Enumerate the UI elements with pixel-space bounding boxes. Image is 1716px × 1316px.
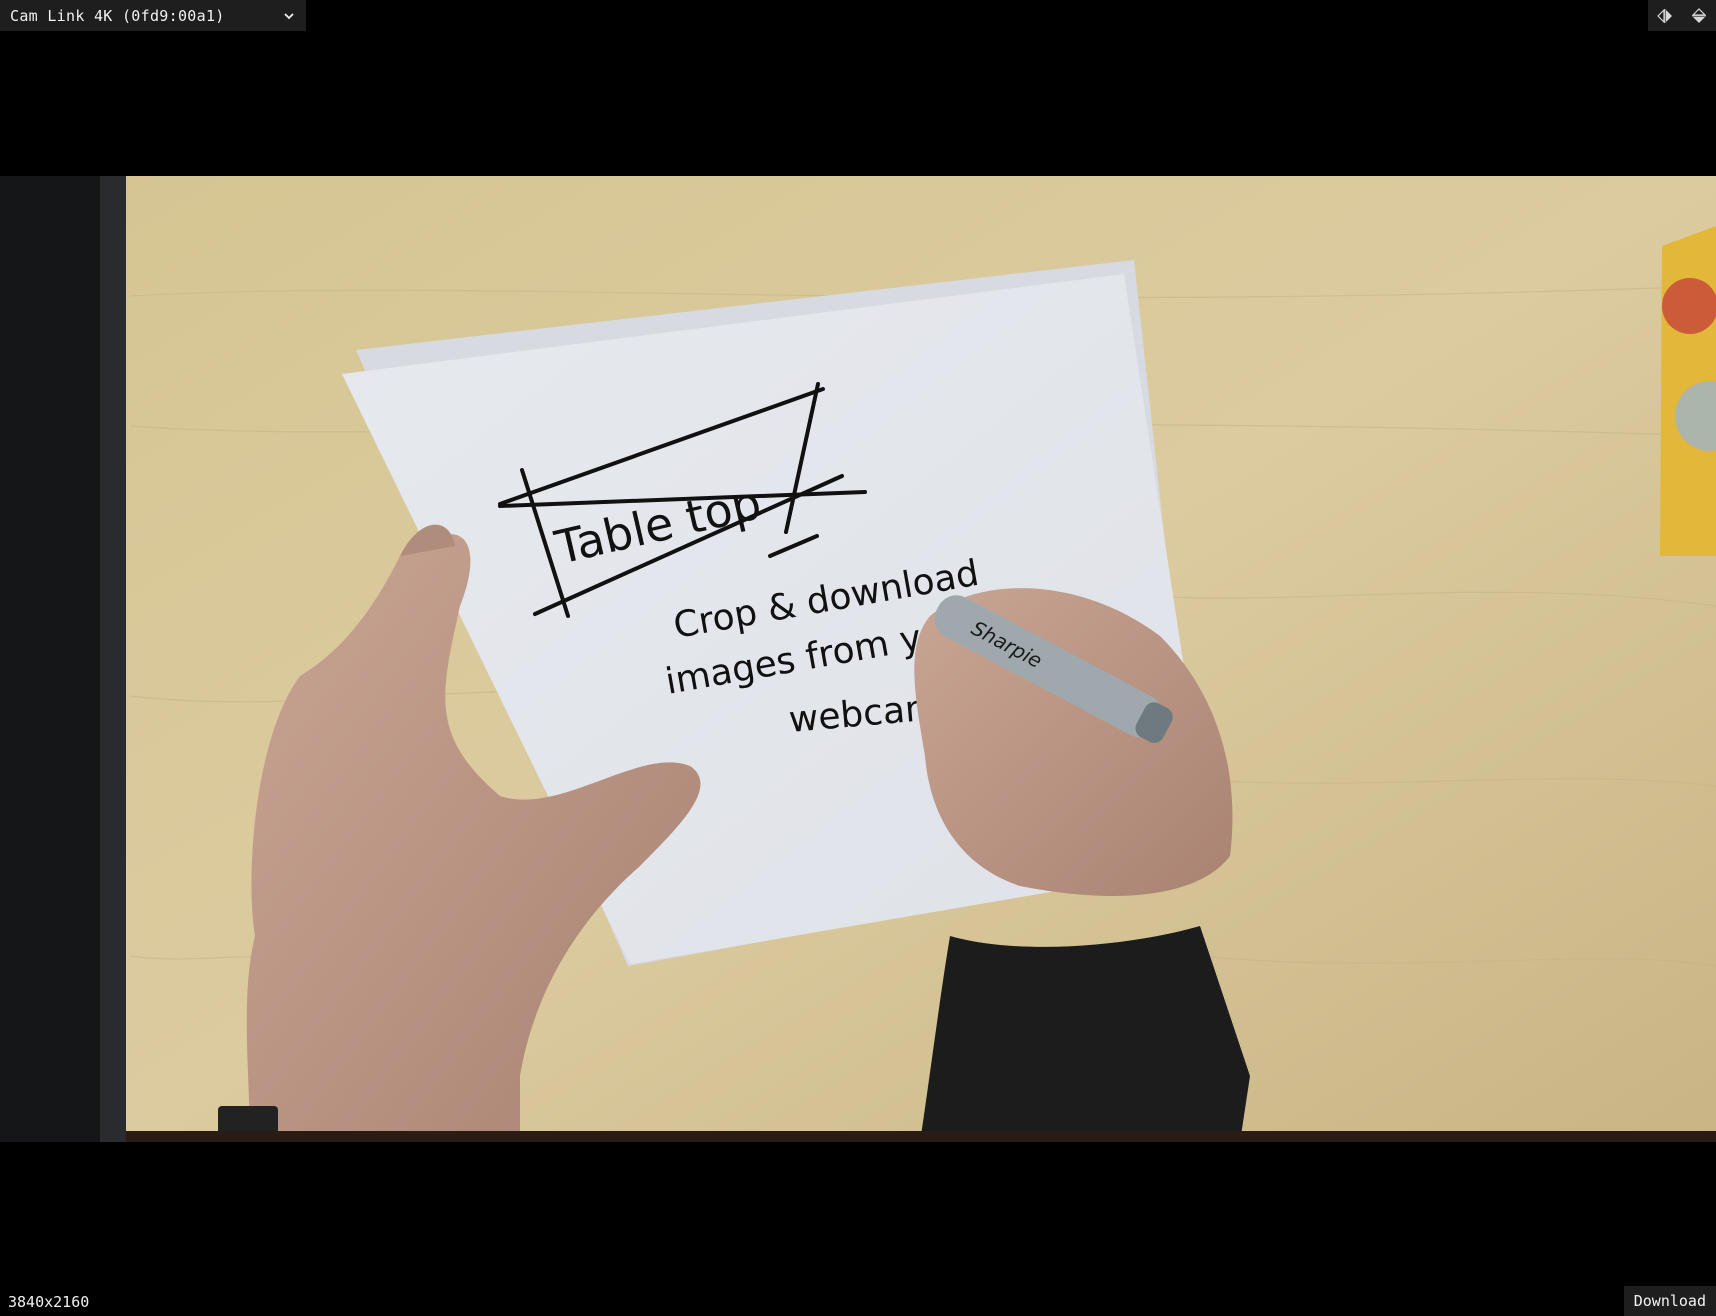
view-controls	[1648, 0, 1716, 31]
camera-select[interactable]: Cam Link 4K (0fd9:00a1)	[0, 0, 306, 31]
download-button[interactable]: Download	[1623, 1286, 1716, 1316]
resolution-label: 3840x2160	[0, 1288, 98, 1316]
webcam-video-frame[interactable]: Table top Crop & download images from yo…	[0, 176, 1716, 1142]
app-root: Cam Link 4K (0fd9:00a1) Table top Crop &…	[0, 0, 1716, 1316]
chevron-down-icon	[282, 9, 296, 23]
flip-vertical-icon[interactable]	[1686, 3, 1712, 29]
camera-select-value: Cam Link 4K (0fd9:00a1)	[10, 6, 225, 25]
flip-horizontal-icon[interactable]	[1652, 3, 1678, 29]
